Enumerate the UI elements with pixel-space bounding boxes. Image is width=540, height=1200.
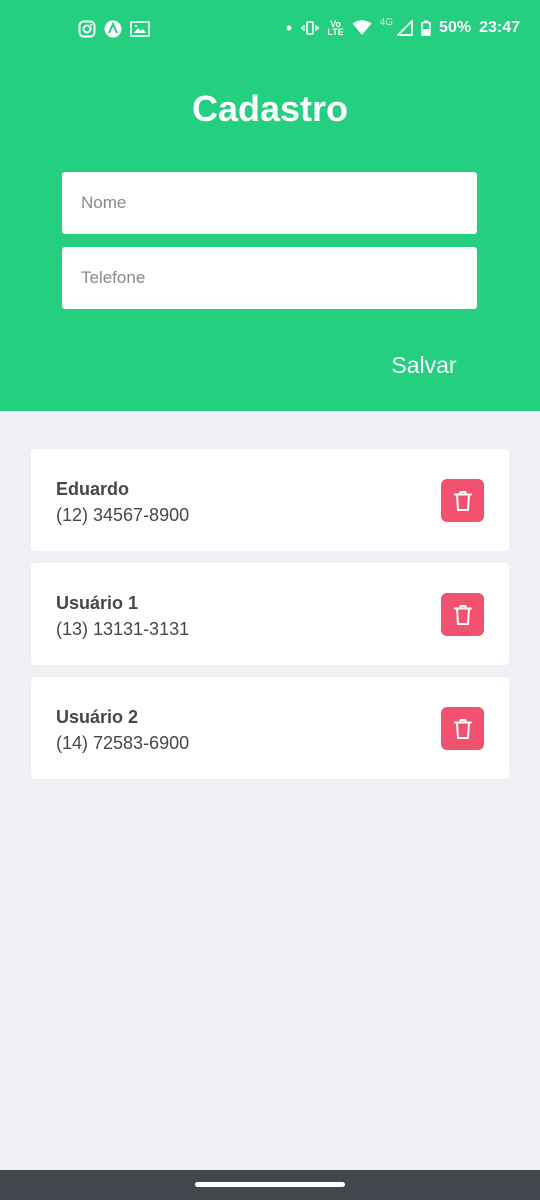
header-panel: Vo LTE 4G 50% 23:47 Cadastro Salvar (0, 0, 540, 411)
name-input[interactable] (62, 172, 477, 234)
phone-input[interactable] (62, 247, 477, 309)
clock: 23:47 (479, 19, 520, 36)
contact-name: Usuário 2 (56, 707, 139, 727)
contact-phone: (12) 34567-8900 (56, 505, 190, 525)
battery-percent: 50% (439, 19, 472, 36)
system-icons: Vo LTE 4G 50% 23:47 (285, 16, 520, 37)
signal-icon (397, 20, 413, 36)
wifi-icon (352, 20, 372, 35)
contact-name: Usuário 1 (56, 593, 139, 613)
contact-name: Eduardo (56, 479, 130, 499)
status-bar: Vo LTE 4G 50% 23:47 (0, 0, 540, 60)
navigation-bar (0, 1170, 540, 1200)
volte-indicator: Vo LTE (327, 20, 344, 37)
contact-phone: (14) 72583-6900 (56, 733, 190, 753)
delete-button[interactable] (441, 479, 484, 522)
contact-card: Eduardo (12) 34567-8900 (31, 449, 509, 551)
image-icon (130, 21, 150, 37)
home-gesture-handle[interactable] (195, 1182, 345, 1187)
trash-icon (453, 604, 472, 625)
instagram-icon (78, 20, 96, 38)
network-type: 4G (379, 16, 394, 28)
delete-button[interactable] (441, 593, 484, 636)
battery-icon (421, 20, 431, 36)
delete-button[interactable] (441, 707, 484, 750)
app-circle-icon (104, 20, 122, 38)
trash-icon (453, 490, 472, 511)
contact-list: Eduardo (12) 34567-8900 Usuário 1 (13) 1… (31, 449, 509, 791)
lte-label: LTE (327, 27, 344, 37)
contact-phone: (13) 13131-3131 (56, 619, 190, 639)
contact-card: Usuário 2 (14) 72583-6900 (31, 677, 509, 779)
contact-card: Usuário 1 (13) 13131-3131 (31, 563, 509, 665)
notification-icons (78, 20, 150, 38)
dot-icon (286, 25, 292, 31)
vibrate-icon (301, 21, 320, 35)
trash-icon (453, 718, 472, 739)
page-title: Cadastro (191, 88, 349, 129)
save-button[interactable]: Salvar (378, 346, 470, 384)
